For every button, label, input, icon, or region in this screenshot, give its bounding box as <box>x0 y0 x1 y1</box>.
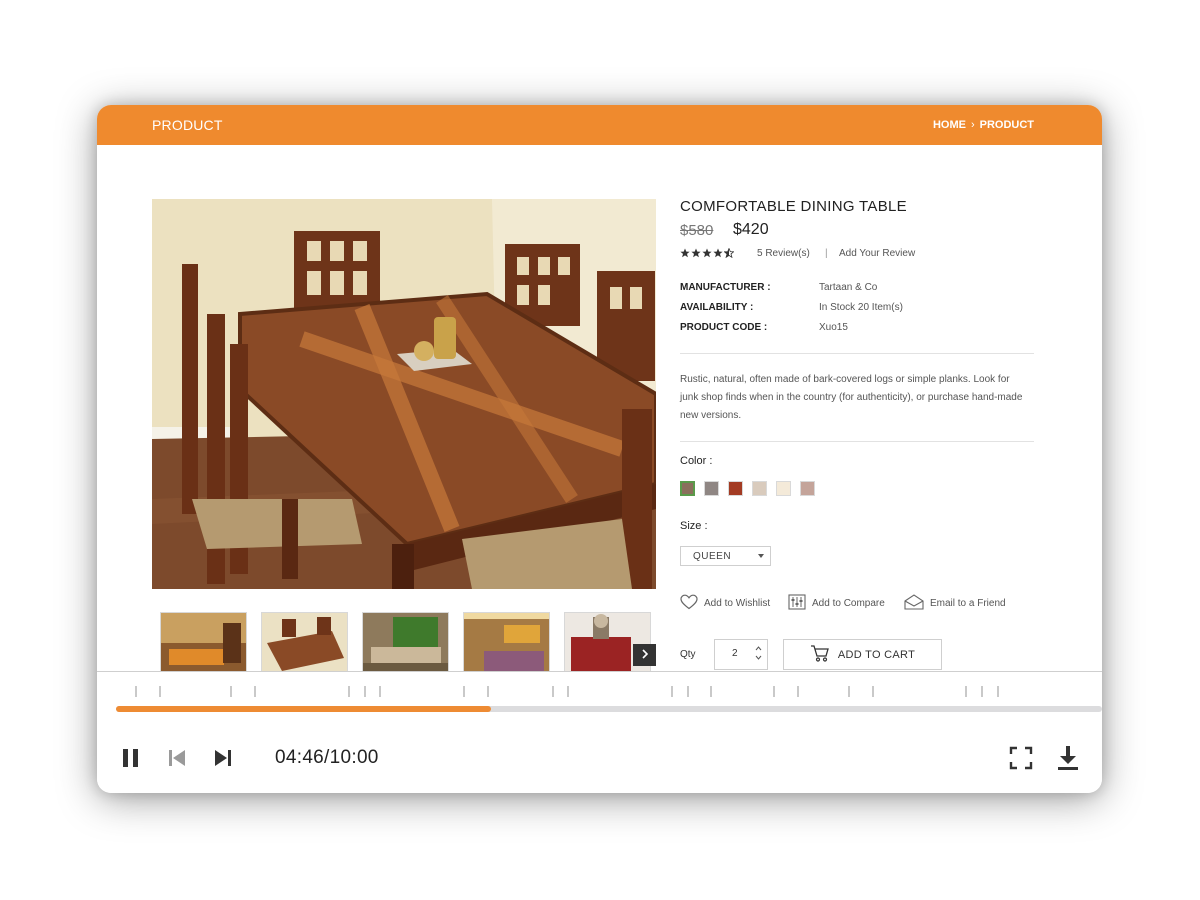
fullscreen-icon <box>1009 746 1033 770</box>
chapter-marker <box>965 686 967 697</box>
chapter-marker <box>872 686 874 697</box>
download-icon <box>1058 746 1078 770</box>
add-to-wishlist-button[interactable]: Add to Wishlist <box>680 594 770 613</box>
chapter-marker <box>567 686 569 697</box>
thumbnail-next-button[interactable] <box>633 644 656 666</box>
progress-bar[interactable] <box>116 706 1102 712</box>
chevron-right-icon <box>641 646 649 664</box>
color-swatch[interactable] <box>704 481 719 496</box>
color-swatch[interactable] <box>728 481 743 496</box>
progress-fill <box>116 706 491 712</box>
add-to-cart-label: ADD TO CART <box>837 648 916 661</box>
chapter-marker <box>364 686 366 697</box>
half-star-icon <box>724 248 734 258</box>
time-display: 04:46/10:00 <box>275 747 379 768</box>
spec-value-product-code: Xuo15 <box>819 322 848 333</box>
chapter-marker <box>487 686 489 697</box>
bedroom-thumb[interactable] <box>463 612 550 674</box>
spec-label-product-code: PRODUCT CODE : <box>680 322 768 333</box>
compare-icon <box>788 594 806 613</box>
spec-value-availability: In Stock 20 Item(s) <box>819 302 903 313</box>
color-swatch[interactable] <box>800 481 815 496</box>
chapter-marker <box>981 686 983 697</box>
color-swatch[interactable] <box>752 481 767 496</box>
app-window: PRODUCT HOME › PRODUCT COMFORTABLE DININ… <box>97 105 1102 793</box>
fullscreen-button[interactable] <box>1009 746 1033 775</box>
product-title: COMFORTABLE DINING TABLE <box>680 198 907 215</box>
add-to-compare-label: Add to Compare <box>812 598 885 609</box>
chevron-up-icon[interactable] <box>755 646 762 653</box>
size-select[interactable]: QUEEN <box>680 546 771 566</box>
breadcrumb: HOME › PRODUCT <box>933 119 1034 131</box>
star-icon <box>702 248 712 258</box>
chapter-marker <box>463 686 465 697</box>
pause-button[interactable] <box>121 747 141 774</box>
product-description: Rustic, natural, often made of bark-cove… <box>680 374 1023 421</box>
heart-icon <box>680 594 698 613</box>
spec-value-manufacturer: Tartaan & Co <box>819 282 878 293</box>
star-icon <box>680 248 690 258</box>
chapter-marker <box>159 686 161 697</box>
chapter-marker <box>710 686 712 697</box>
caret-down-icon <box>758 554 764 558</box>
divider <box>680 441 1034 442</box>
size-select-value: QUEEN <box>693 551 732 562</box>
chapter-marker <box>348 686 350 697</box>
skip-back-icon <box>169 750 185 766</box>
qty-label: Qty <box>680 649 696 660</box>
old-price: $580 <box>680 222 714 239</box>
add-review-link[interactable]: Add Your Review <box>839 248 915 259</box>
skip-forward-button[interactable] <box>213 748 233 773</box>
spec-label-manufacturer: MANUFACTURER : <box>680 282 771 293</box>
review-separator: | <box>825 248 828 259</box>
chapter-marker <box>997 686 999 697</box>
chapter-marker <box>773 686 775 697</box>
size-label: Size : <box>680 520 708 532</box>
chapter-marker <box>254 686 256 697</box>
lounge-thumb[interactable] <box>362 612 449 674</box>
add-to-wishlist-label: Add to Wishlist <box>704 598 771 609</box>
email-to-friend-button[interactable]: Email to a Friend <box>904 594 1006 613</box>
star-icon <box>713 248 723 258</box>
breadcrumb-current: PRODUCT <box>979 119 1034 131</box>
divider <box>680 353 1034 354</box>
reviews-link[interactable]: 5 Review(s) <box>757 248 810 259</box>
video-controls: 04:46/10:00 <box>97 671 1102 793</box>
chapter-marker <box>552 686 554 697</box>
download-button[interactable] <box>1057 745 1079 776</box>
rating-stars <box>680 248 734 258</box>
add-to-compare-button[interactable]: Add to Compare <box>788 594 885 613</box>
chapter-marker <box>379 686 381 697</box>
current-price: $420 <box>733 221 769 238</box>
chapter-marker <box>687 686 689 697</box>
skip-forward-icon <box>215 750 231 766</box>
cart-icon <box>810 644 830 665</box>
quantity-stepper[interactable]: 2 <box>714 639 768 670</box>
page-title: PRODUCT <box>152 117 223 133</box>
living-room-thumb[interactable] <box>160 612 247 674</box>
spec-label-availability: AVAILABILITY : <box>680 302 754 313</box>
skip-back-button[interactable] <box>167 748 187 773</box>
chapter-marker <box>797 686 799 697</box>
color-swatch[interactable] <box>680 481 695 496</box>
breadcrumb-home-link[interactable]: HOME <box>933 119 966 131</box>
star-icon <box>691 248 701 258</box>
breadcrumb-separator: › <box>970 119 975 131</box>
quantity-value: 2 <box>732 648 738 659</box>
dining-table-photo <box>152 199 656 589</box>
pause-icon <box>123 749 138 767</box>
email-to-friend-label: Email to a Friend <box>930 598 1006 609</box>
color-swatch[interactable] <box>776 481 791 496</box>
header-bar: PRODUCT HOME › PRODUCT <box>97 105 1102 145</box>
chevron-down-icon[interactable] <box>755 655 762 662</box>
chapter-marker <box>671 686 673 697</box>
envelope-icon <box>904 594 924 613</box>
add-to-cart-button[interactable]: ADD TO CART <box>783 639 942 670</box>
dining-table-thumb[interactable] <box>261 612 348 674</box>
chapter-marker <box>135 686 137 697</box>
color-label: Color : <box>680 455 713 467</box>
chapter-marker <box>230 686 232 697</box>
chapter-marker <box>848 686 850 697</box>
